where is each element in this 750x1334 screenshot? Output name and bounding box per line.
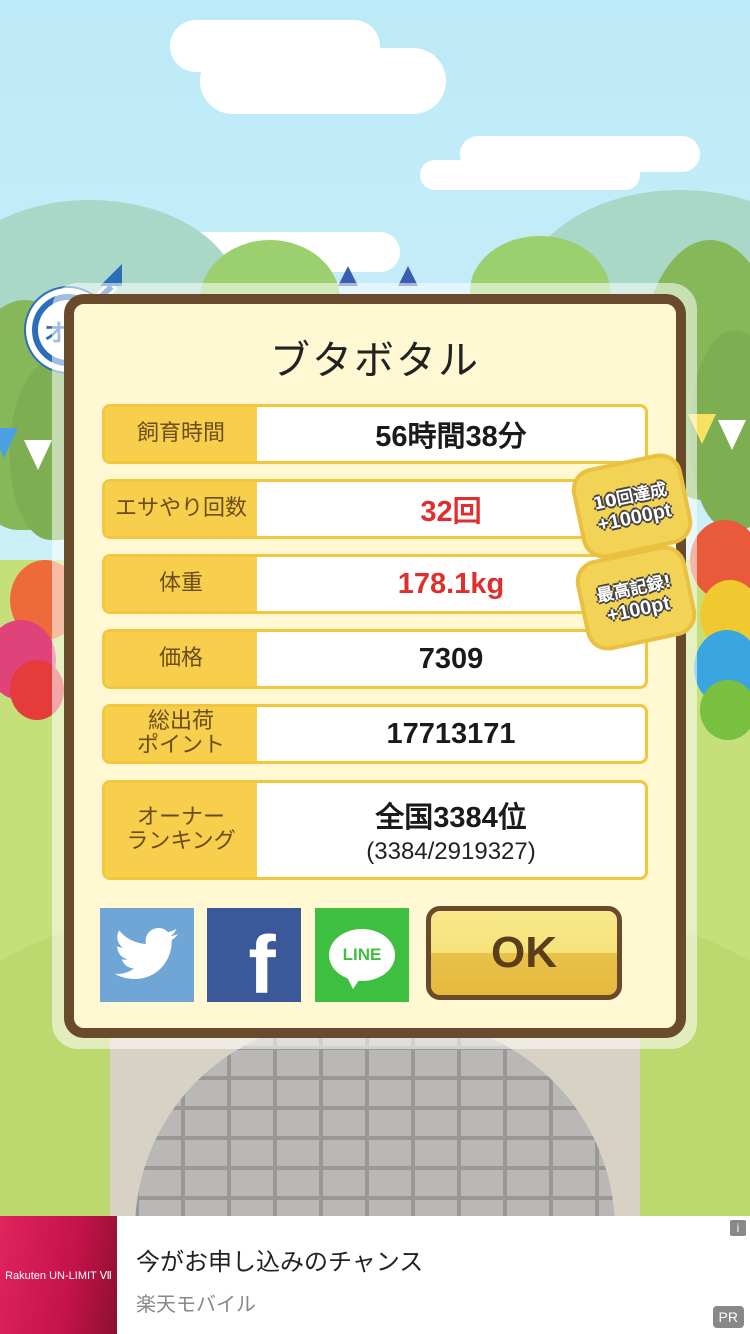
stat-row-weight: 体重 178.1kg [102, 554, 648, 614]
pet-result-dialog: ブタボタル 飼育時間 56時間38分 エサやり回数 32回 体重 178.1kg… [64, 294, 696, 1038]
stat-label: エサやり回数 [105, 482, 257, 536]
pennant-flag [0, 428, 18, 458]
ranking-value: 全国3384位 (3384/2919327) [257, 783, 645, 877]
stat-label: 価格 [105, 632, 257, 686]
stat-row-total-points: 総出荷 ポイント 17713171 [102, 704, 648, 764]
stat-label: 総出荷 ポイント [105, 707, 257, 761]
stat-value: 17713171 [386, 717, 516, 750]
ok-button-label: OK [491, 928, 557, 977]
twitter-bird-icon [115, 928, 178, 979]
cloud [200, 48, 446, 114]
line-icon: LINE [329, 929, 395, 989]
ad-banner[interactable]: Rakuten UN-LIMIT Ⅶ 今がお申し込みのチャンス 楽天モバイル i… [0, 1216, 750, 1334]
stat-value: 7309 [418, 642, 484, 675]
facebook-f-icon: f [248, 920, 276, 1011]
ad-info-icon[interactable]: i [730, 1220, 746, 1236]
bonus-badge: 10回達成 +1000pt [572, 454, 692, 558]
line-icon-label: LINE [342, 945, 382, 964]
stat-row-raising-time: 飼育時間 56時間38分 [102, 404, 648, 464]
stat-value: 56時間38分 [375, 421, 527, 453]
pet-name-title: ブタボタル [270, 338, 480, 384]
cloud [420, 160, 640, 190]
ranking-position: 全国3384位 [375, 802, 527, 834]
ad-pr-badge: PR [712, 1306, 744, 1328]
rakuten-logo-text: Rakuten UN-LIMIT Ⅶ [5, 1269, 112, 1282]
ranking-detail: (3384/2919327) [366, 838, 536, 865]
rakuten-logo: Rakuten UN-LIMIT Ⅶ [0, 1216, 117, 1334]
stat-label: 体重 [105, 557, 257, 611]
pennant-flag [24, 440, 52, 470]
ad-advertiser: 楽天モバイル [136, 1292, 256, 1316]
stat-row-feed-count: エサやり回数 32回 [102, 479, 648, 539]
pennant-flag [718, 420, 746, 450]
facebook-share-button[interactable]: f [207, 908, 301, 1011]
ad-title: 今がお申し込みのチャンス [136, 1248, 424, 1276]
stat-row-price: 価格 7309 [102, 629, 648, 689]
stat-label: オーナー ランキング [105, 783, 257, 877]
twitter-share-button[interactable] [100, 908, 194, 1002]
ok-button[interactable]: OK [426, 906, 622, 1000]
stat-label: 飼育時間 [105, 407, 257, 461]
line-share-button[interactable]: LINE [315, 908, 409, 1002]
stat-row-owner-ranking: オーナー ランキング 全国3384位 (3384/2919327) [102, 780, 648, 880]
balloon [700, 680, 750, 740]
